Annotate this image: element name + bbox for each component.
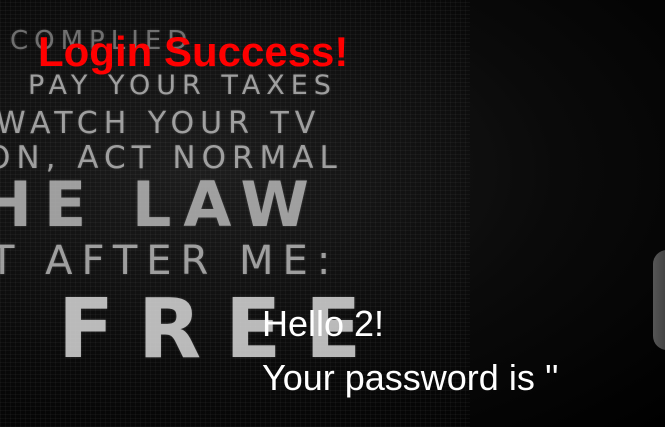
greeting-text: Hello 2! [262,303,385,344]
login-result-page: COMPLIED PAY YOUR TAXES WATCH YOUR TV ON… [0,0,665,427]
greeting-block: Hello 2! Your password is '' [262,302,559,400]
login-success-title: Login Success! [38,28,349,75]
wall-text-line: WATCH YOUR TV [0,106,322,141]
password-text: Your password is '' [262,357,559,398]
background-figure-edge [653,250,665,350]
wall-text-line: HE LAW [0,168,321,241]
wall-text-line: T AFTER ME: [0,238,340,284]
